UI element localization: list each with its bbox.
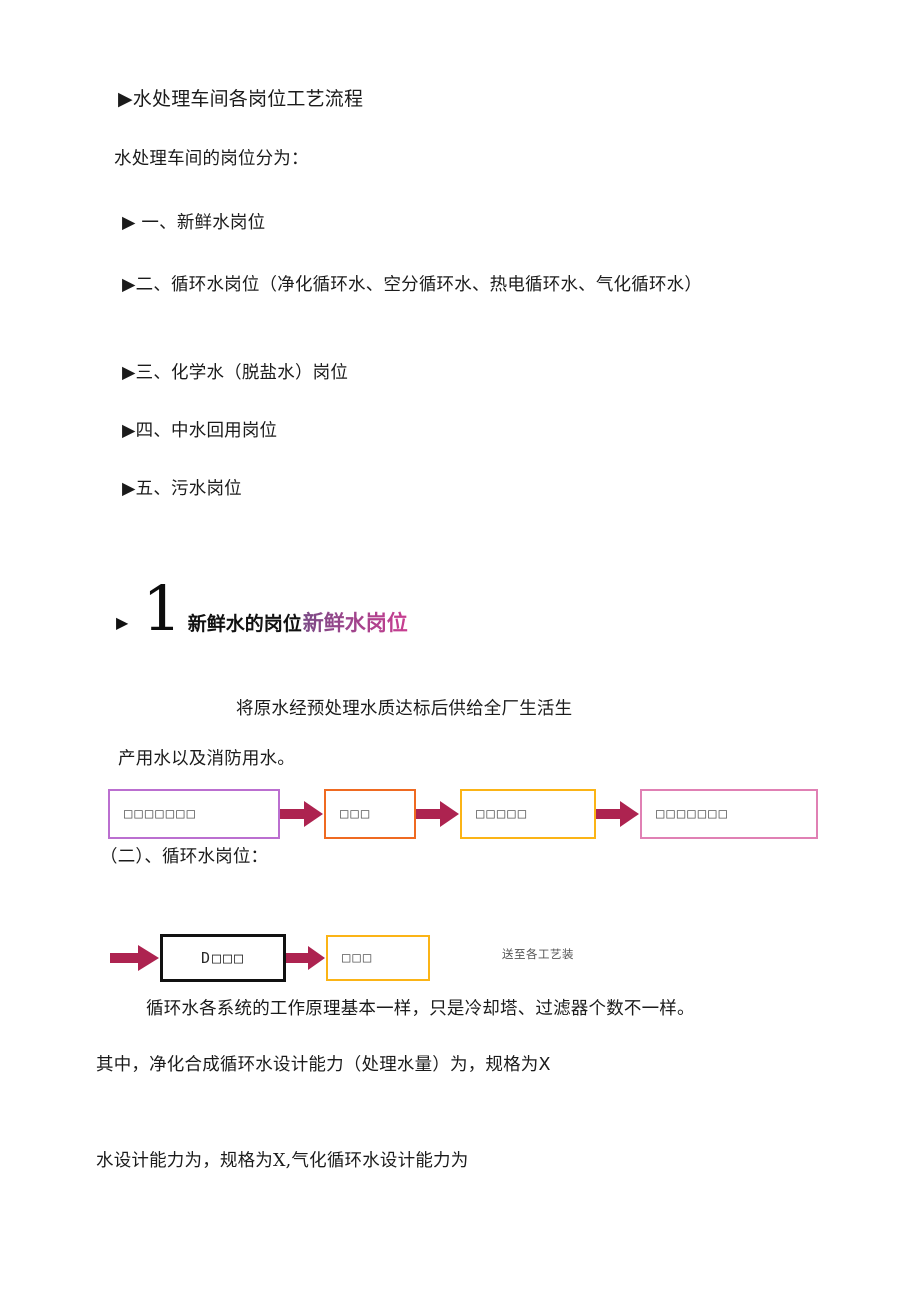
flow-box-raw-water: □□□□□□□: [108, 789, 280, 839]
page-title: ▶水处理车间各岗位工艺流程: [118, 88, 364, 110]
flow-box-label: □□□□□: [476, 806, 529, 822]
fresh-water-flow-diagram: □□□□□□□ □□□ □□□□□ □□□□□□□: [108, 788, 818, 840]
flow-box-supply: □□□□□□□: [640, 789, 818, 839]
list-item-chemical-water: ▶三、化学水（脱盐水）岗位: [122, 363, 349, 383]
flow-box-filtration: □□□□□: [460, 789, 596, 839]
flow-box-cooling-tower: D□□□: [160, 934, 286, 982]
flow-arrow-icon: [280, 799, 324, 829]
section-two-heading: （二）、循环水岗位：: [100, 847, 269, 867]
circulating-water-flow-diagram: D□□□ □□□ 送至各工艺装: [110, 930, 574, 986]
section-one-label-accent: 新鲜水岗位: [303, 607, 408, 637]
spec-line-2: 水设计能力为，规格为X,气化循环水设计能力为: [96, 1151, 469, 1171]
flow-box-label: □□□□□□□: [124, 806, 198, 822]
flow-arrow-icon: [596, 799, 640, 829]
document-page: ▶水处理车间各岗位工艺流程 水处理车间的岗位分为： ▶ 一、新鲜水岗位 ▶二、循…: [0, 0, 920, 1302]
section-one-description-line2: 产用水以及消防用水。: [118, 749, 295, 769]
flow-arrow-icon: [110, 943, 160, 973]
flow-arrow-icon: [286, 945, 326, 971]
flow-box-pretreatment: □□□: [324, 789, 416, 839]
section-one-description-line1: 将原水经预处理水质达标后供给全厂生活生: [236, 699, 573, 719]
list-item-fresh-water: ▶ 一、新鲜水岗位: [122, 213, 266, 233]
spec-line-1: 其中，净化合成循环水设计能力（处理水量）为，规格为X: [96, 1055, 551, 1075]
flow-destination-label: 送至各工艺装: [502, 947, 574, 961]
flow-box-label: □□□: [342, 950, 374, 966]
list-item-reclaimed-water: ▶四、中水回用岗位: [122, 421, 278, 441]
flow-box-label: □□□: [340, 806, 372, 822]
triangle-bullet-icon: ▶: [116, 613, 129, 632]
flow-arrow-icon: [416, 799, 460, 829]
list-item-circulating-water: ▶二、循环水岗位（净化循环水、空分循环水、热电循环水、气化循环水）: [122, 275, 703, 295]
closing-note: 循环水各系统的工作原理基本一样，只是冷却塔、过滤器个数不一样。: [146, 999, 695, 1019]
flow-box-label: D□□□: [200, 949, 246, 967]
flow-box-label: □□□□□□□: [656, 806, 730, 822]
intro-text: 水处理车间的岗位分为：: [114, 149, 309, 169]
list-item-sewage: ▶五、污水岗位: [122, 479, 242, 499]
section-one-heading: ▶ 1 新鲜水的岗位 新鲜水岗位: [116, 578, 408, 640]
section-number: 1: [142, 572, 182, 645]
flow-box-filter: □□□: [326, 935, 430, 981]
section-one-label: 新鲜水的岗位: [187, 613, 302, 635]
